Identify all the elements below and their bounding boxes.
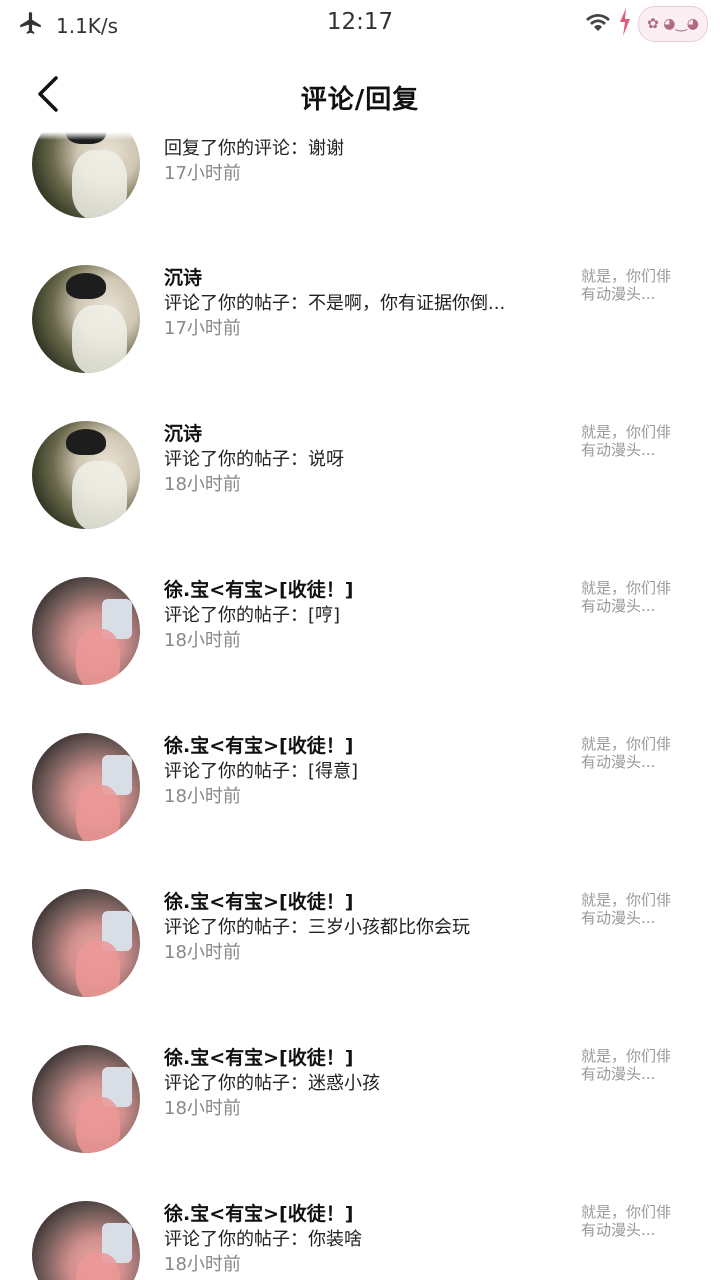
post-preview-line: 有动漫头... xyxy=(581,909,656,927)
user-name[interactable]: 徐.宝<有宝>[收徒！] xyxy=(164,1045,380,1071)
post-preview[interactable]: 就是，你们俳 有动漫头... xyxy=(581,1203,691,1239)
comment-action: 评论了你的帖子：三岁小孩都比你会玩 xyxy=(164,917,470,938)
user-name[interactable]: 徐.宝<有宝>[收徒！] xyxy=(164,733,358,759)
comment-time: 18小时前 xyxy=(164,474,241,495)
user-name[interactable]: 徐.宝<有宝>[收徒！] xyxy=(164,577,353,603)
comment-time: 18小时前 xyxy=(164,630,241,651)
list-item[interactable]: 徐.宝<有宝>[收徒！] 评论了你的帖子：三岁小孩都比你会玩 18小时前 就是，… xyxy=(0,889,720,1045)
comment-time: 18小时前 xyxy=(164,1254,241,1275)
post-preview-line: 就是，你们俳 xyxy=(581,579,672,597)
comment-time: 17小时前 xyxy=(164,318,241,339)
post-preview[interactable]: 就是，你们俳 有动漫头... xyxy=(581,735,691,771)
comment-action: 评论了你的帖子：迷惑小孩 xyxy=(164,1073,380,1094)
post-preview[interactable]: 就是，你们俳 有动漫头... xyxy=(581,423,691,459)
list-item[interactable]: 徐.宝<有宝>[收徒！] 评论了你的帖子：[哼] 18小时前 就是，你们俳 有动… xyxy=(0,577,720,733)
post-preview-line: 就是，你们俳 xyxy=(581,735,672,753)
post-preview-line: 有动漫头... xyxy=(581,1065,656,1083)
post-preview-line: 有动漫头... xyxy=(581,753,656,771)
post-preview[interactable]: 就是，你们俳 有动漫头... xyxy=(581,579,691,615)
status-bar: 1.1K/s 12:17 ✿ ◕‿◕ xyxy=(0,0,720,48)
avatar[interactable] xyxy=(32,577,140,685)
post-preview-line: 有动漫头... xyxy=(581,1221,656,1239)
comment-action: 评论了你的帖子：你装啥 xyxy=(164,1229,362,1250)
list-item[interactable]: 徐.宝<有宝>[收徒！] 评论了你的帖子：[得意] 18小时前 就是，你们俳 有… xyxy=(0,733,720,889)
user-name[interactable]: 徐.宝<有宝>[收徒！] xyxy=(164,889,470,915)
post-preview[interactable]: 就是，你们俳 有动漫头... xyxy=(581,891,691,927)
notification-list: 回复了你的评论：谢谢 17小时前 沉诗 评论了你的帖子：不是啊，你有证据你倒..… xyxy=(0,0,720,1280)
comment-action: 评论了你的帖子：[得意] xyxy=(164,761,359,782)
avatar[interactable] xyxy=(32,1045,140,1153)
avatar[interactable] xyxy=(32,265,140,373)
list-item[interactable]: 徐.宝<有宝>[收徒！] 评论了你的帖子：迷惑小孩 18小时前 就是，你们俳 有… xyxy=(0,1045,720,1201)
battery-avatar-icon: ✿ ◕‿◕ xyxy=(638,6,708,42)
post-preview-line: 就是，你们俳 xyxy=(581,267,672,285)
page-title: 评论/回复 xyxy=(300,85,420,115)
post-preview[interactable]: 就是，你们俳 有动漫头... xyxy=(581,1047,691,1083)
comment-time: 18小时前 xyxy=(164,1098,241,1119)
user-name[interactable]: 沉诗 xyxy=(164,421,344,447)
post-preview-line: 有动漫头... xyxy=(581,597,656,615)
user-name[interactable]: 徐.宝<有宝>[收徒！] xyxy=(164,1201,362,1227)
comment-action: 评论了你的帖子：说呀 xyxy=(164,449,344,470)
comment-time: 18小时前 xyxy=(164,942,241,963)
avatar[interactable] xyxy=(32,421,140,529)
status-right: ✿ ◕‿◕ xyxy=(584,6,708,42)
post-preview-line: 就是，你们俳 xyxy=(581,1203,672,1221)
comment-time: 17小时前 xyxy=(164,163,241,184)
charging-icon xyxy=(618,8,632,40)
comment-action: 评论了你的帖子：不是啊，你有证据你倒... xyxy=(164,293,506,314)
post-preview-line: 就是，你们俳 xyxy=(581,891,672,909)
user-name[interactable]: 沉诗 xyxy=(164,265,505,291)
avatar[interactable] xyxy=(32,733,140,841)
post-preview-line: 有动漫头... xyxy=(581,285,656,303)
post-preview-line: 有动漫头... xyxy=(581,441,656,459)
wifi-icon xyxy=(584,11,612,37)
post-preview-line: 就是，你们俳 xyxy=(581,423,672,441)
avatar[interactable] xyxy=(32,1201,140,1280)
list-item[interactable]: 徐.宝<有宝>[收徒！] 评论了你的帖子：你装啥 18小时前 就是，你们俳 有动… xyxy=(0,1201,720,1280)
comment-time: 18小时前 xyxy=(164,786,241,807)
avatar[interactable] xyxy=(32,889,140,997)
top-bar: 评论/回复 xyxy=(0,58,720,134)
list-item[interactable]: 沉诗 评论了你的帖子：说呀 18小时前 就是，你们俳 有动漫头... xyxy=(0,421,720,577)
comment-action: 评论了你的帖子：[哼] xyxy=(164,605,341,626)
list-item[interactable]: 沉诗 评论了你的帖子：不是啊，你有证据你倒... 17小时前 就是，你们俳 有动… xyxy=(0,265,720,421)
post-preview-line: 就是，你们俳 xyxy=(581,1047,672,1065)
post-preview[interactable]: 就是，你们俳 有动漫头... xyxy=(581,267,691,303)
